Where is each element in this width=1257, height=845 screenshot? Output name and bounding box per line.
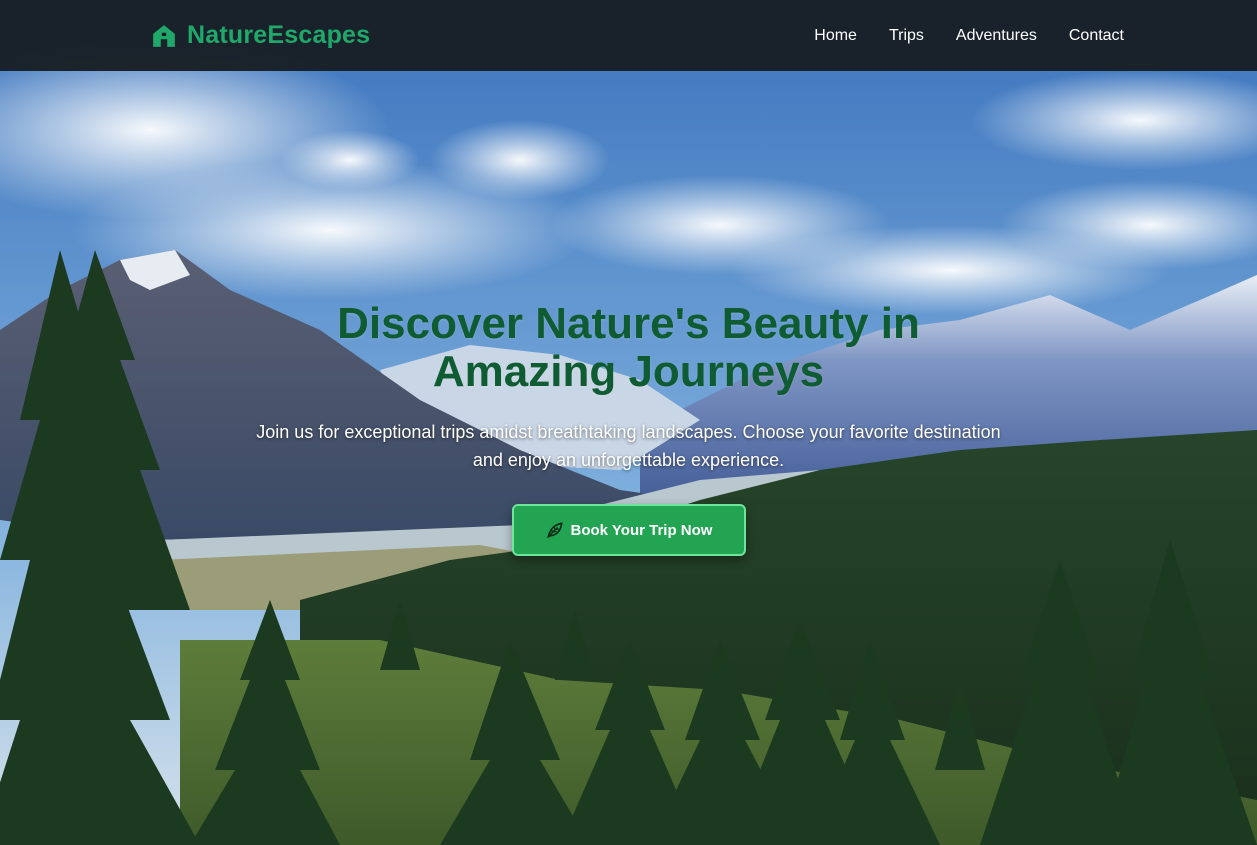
hero-subtitle: Join us for exceptional trips amidst bre…: [256, 422, 1001, 470]
nav-link-trips[interactable]: Trips: [889, 27, 924, 45]
nav-links: Home Trips Adventures Contact: [814, 27, 1124, 45]
navbar: NatureEscapes Home Trips Adventures Cont…: [0, 0, 1257, 71]
book-trip-button[interactable]: Book Your Trip Now: [511, 504, 746, 556]
leaf-icon: [546, 522, 563, 539]
hero-title: Discover Nature's Beauty in Amazing Jour…: [337, 299, 920, 396]
nav-link-home[interactable]: Home: [814, 27, 857, 45]
home-icon: [153, 24, 175, 47]
brand-logo[interactable]: NatureEscapes: [151, 21, 370, 50]
page: NatureEscapes Home Trips Adventures Cont…: [0, 0, 1257, 845]
nav-link-adventures[interactable]: Adventures: [956, 27, 1037, 45]
hero-section: Discover Nature's Beauty in Amazing Jour…: [0, 300, 1257, 556]
book-trip-label: Book Your Trip Now: [570, 521, 713, 539]
nav-link-contact[interactable]: Contact: [1069, 27, 1124, 45]
brand-name: NatureEscapes: [187, 21, 371, 49]
